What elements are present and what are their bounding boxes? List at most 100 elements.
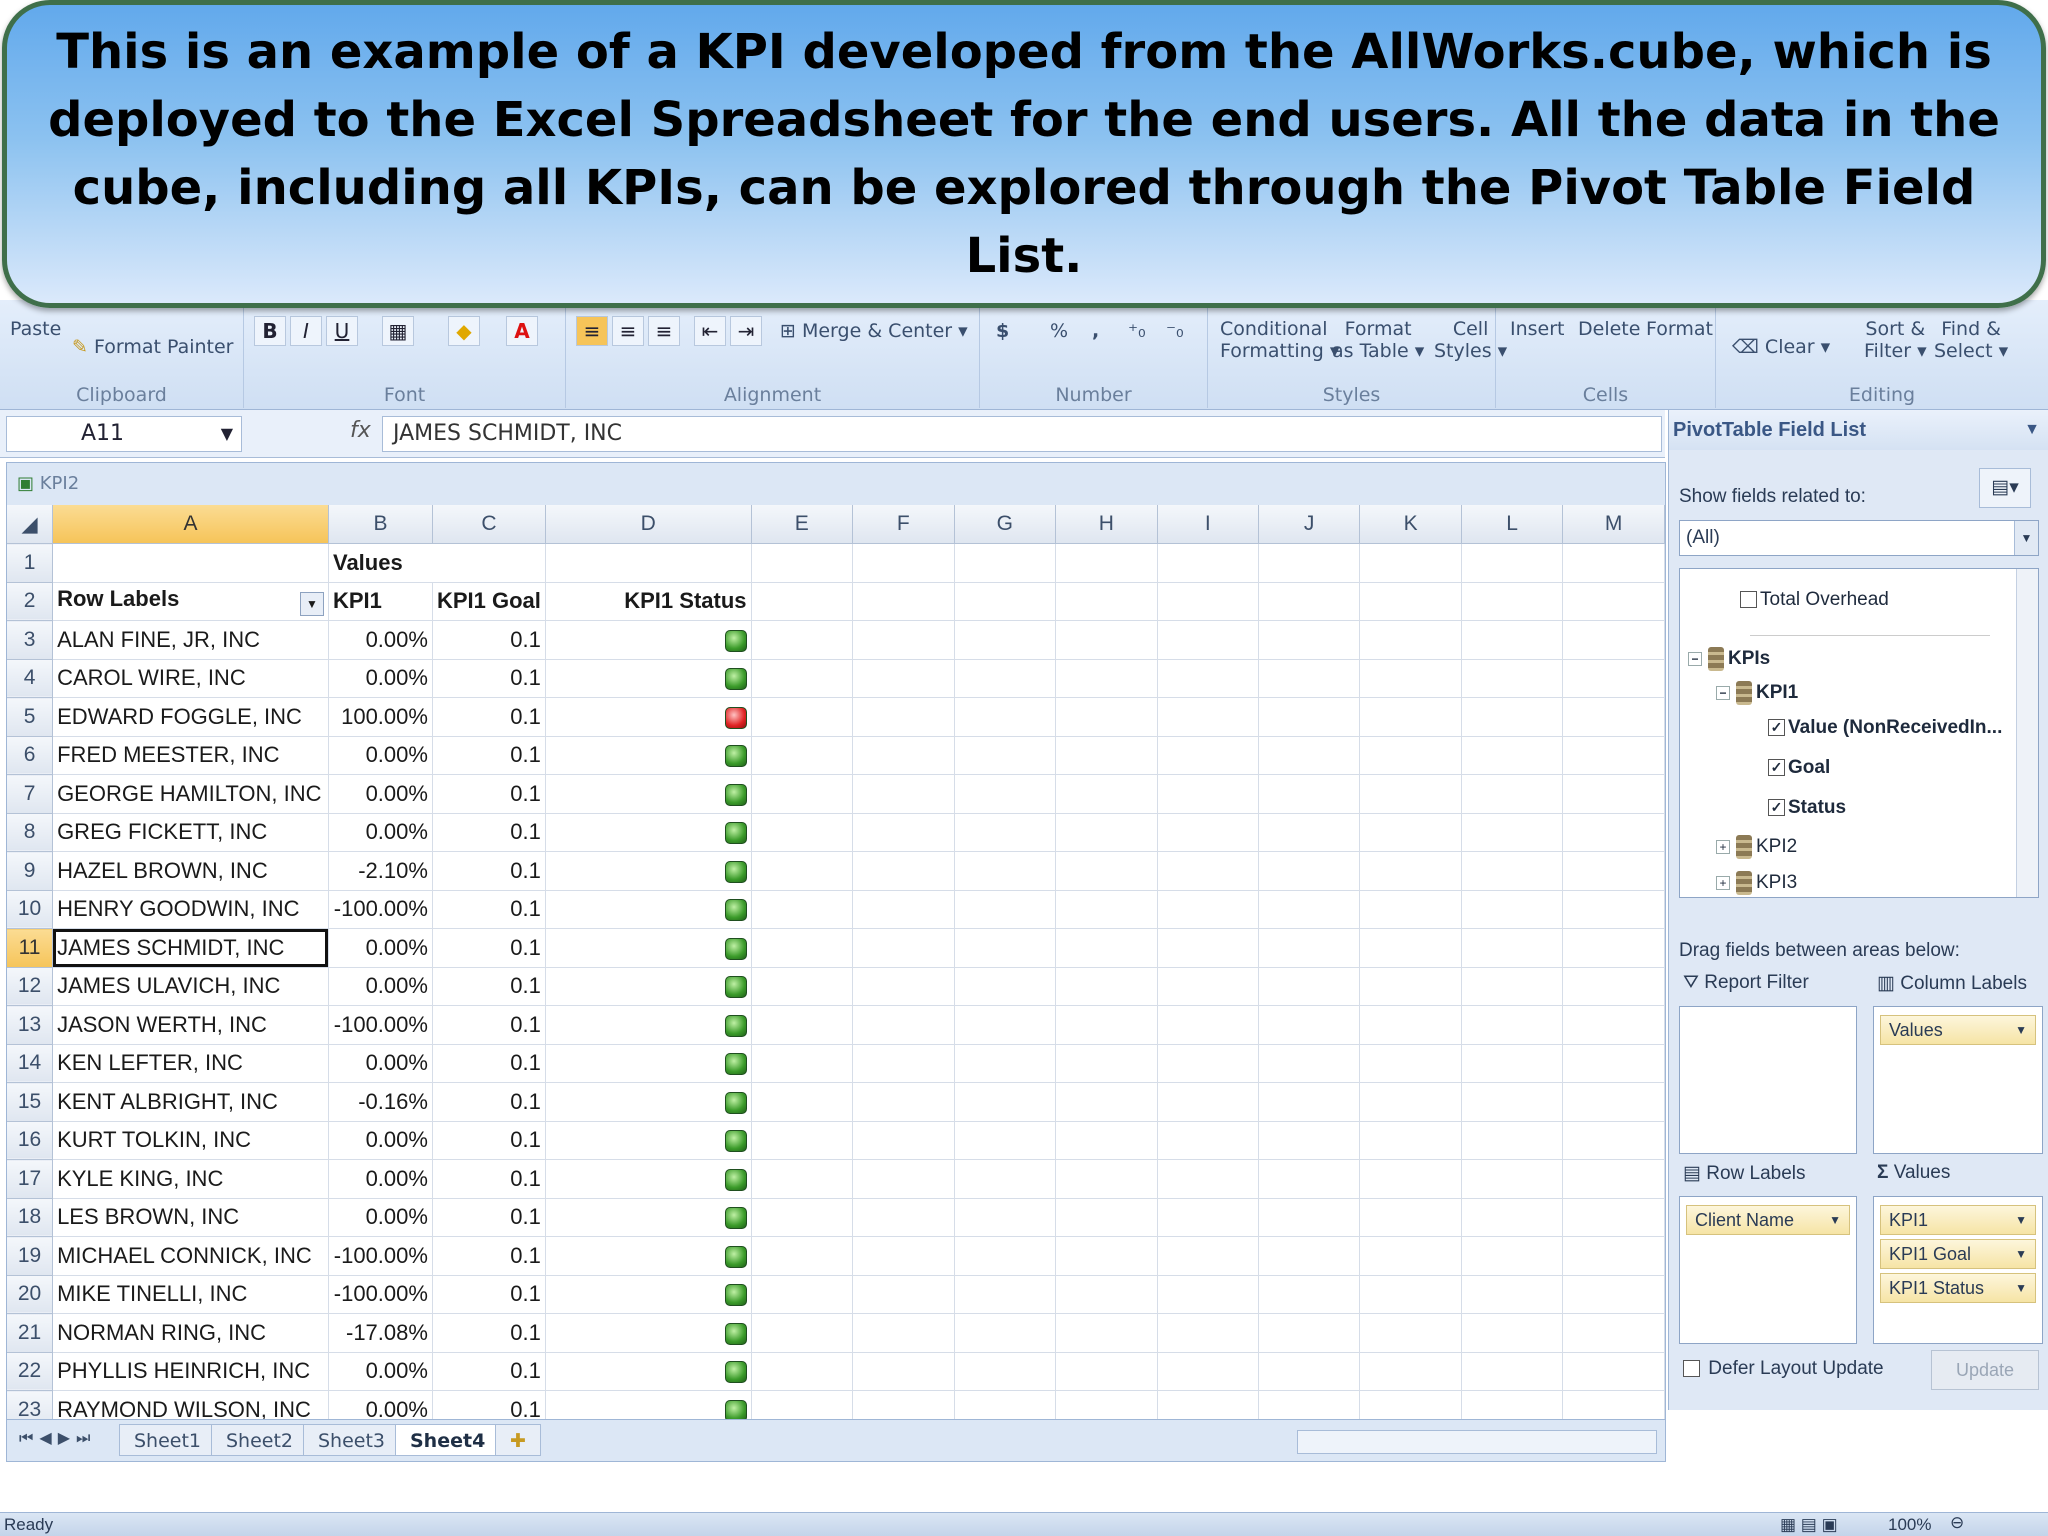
cell[interactable] bbox=[852, 543, 955, 583]
cell[interactable] bbox=[852, 1198, 955, 1237]
field-kpi1-value[interactable]: ✓ Value (NonReceivedIn... bbox=[1768, 717, 2002, 739]
column-header-f[interactable]: F bbox=[852, 505, 955, 544]
cell[interactable] bbox=[1055, 1390, 1158, 1419]
client-name-cell[interactable]: MIKE TINELLI, INC bbox=[52, 1275, 329, 1314]
cell[interactable] bbox=[52, 543, 329, 583]
cell[interactable] bbox=[1157, 890, 1259, 929]
kpi-value-cell[interactable]: 0.00% bbox=[328, 1159, 433, 1199]
client-name-cell[interactable]: JASON WERTH, INC bbox=[52, 1005, 329, 1045]
cell[interactable] bbox=[1461, 736, 1564, 775]
cell[interactable] bbox=[1055, 851, 1158, 891]
cell[interactable] bbox=[1461, 813, 1564, 852]
cell[interactable] bbox=[1562, 1236, 1665, 1276]
client-name-cell[interactable]: HENRY GOODWIN, INC bbox=[52, 890, 329, 929]
cell[interactable] bbox=[1258, 736, 1361, 775]
row-header[interactable]: 15 bbox=[7, 1082, 54, 1122]
kpi-status-cell[interactable] bbox=[545, 1198, 752, 1237]
cell[interactable] bbox=[1157, 774, 1259, 814]
row-header[interactable]: 6 bbox=[7, 736, 54, 775]
cell[interactable] bbox=[954, 1005, 1057, 1045]
kpi-goal-cell[interactable]: 0.1 bbox=[432, 1236, 546, 1276]
cell[interactable] bbox=[1562, 736, 1665, 775]
kpi-goal-cell[interactable]: 0.1 bbox=[432, 1005, 546, 1045]
pivot-area-item[interactable]: KPI1 Goal ▼ bbox=[1880, 1239, 2036, 1269]
cell[interactable] bbox=[954, 1236, 1057, 1276]
cell[interactable] bbox=[954, 1352, 1057, 1391]
kpi-value-cell[interactable]: 0.00% bbox=[328, 659, 433, 698]
cell[interactable] bbox=[954, 1082, 1057, 1122]
kpi-value-cell[interactable]: 0.00% bbox=[328, 1352, 433, 1391]
cell[interactable] bbox=[954, 736, 1057, 775]
kpi-goal-cell[interactable]: 0.1 bbox=[432, 851, 546, 891]
cell[interactable] bbox=[1055, 1044, 1158, 1083]
format-cells-button[interactable]: Format bbox=[1646, 318, 1713, 340]
cell[interactable] bbox=[1562, 851, 1665, 891]
update-button[interactable]: Update bbox=[1931, 1350, 2039, 1390]
report-filter-drop-zone[interactable] bbox=[1679, 1006, 1857, 1154]
client-name-cell[interactable]: LES BROWN, INC bbox=[52, 1198, 329, 1237]
chevron-down-icon[interactable]: ▼ bbox=[2015, 1240, 2027, 1268]
cell[interactable] bbox=[954, 774, 1057, 814]
cell[interactable] bbox=[852, 1082, 955, 1122]
cell[interactable] bbox=[1157, 1121, 1259, 1160]
cell[interactable] bbox=[1562, 582, 1665, 621]
cell[interactable] bbox=[1461, 928, 1564, 968]
row-header[interactable]: 18 bbox=[7, 1198, 54, 1237]
cell[interactable] bbox=[1461, 1313, 1564, 1353]
cell[interactable] bbox=[1562, 1044, 1665, 1083]
cell[interactable] bbox=[1157, 582, 1259, 621]
italic-button[interactable]: I bbox=[290, 316, 322, 346]
tree-node-kpis[interactable]: − KPIs bbox=[1688, 647, 1770, 671]
kpi-value-cell[interactable]: -17.08% bbox=[328, 1313, 433, 1353]
tab-sheet1[interactable]: Sheet1 bbox=[119, 1424, 217, 1456]
borders-icon[interactable]: ▦ bbox=[382, 316, 414, 346]
cell[interactable] bbox=[751, 813, 854, 852]
delete-button[interactable]: Delete bbox=[1578, 318, 1640, 340]
cell[interactable] bbox=[1461, 1121, 1564, 1160]
cell[interactable] bbox=[852, 1044, 955, 1083]
cell[interactable] bbox=[1258, 813, 1361, 852]
row-header[interactable]: 2 bbox=[7, 582, 54, 621]
row-header[interactable]: 10 bbox=[7, 890, 54, 929]
cell[interactable] bbox=[852, 1005, 955, 1045]
insert-button[interactable]: Insert bbox=[1510, 318, 1565, 340]
cell[interactable] bbox=[954, 813, 1057, 852]
checkbox-icon[interactable] bbox=[1683, 1360, 1700, 1378]
cell[interactable] bbox=[1359, 1005, 1462, 1045]
tree-node-kpi1[interactable]: − KPI1 bbox=[1716, 681, 1798, 705]
cell[interactable] bbox=[852, 851, 955, 891]
cell[interactable] bbox=[1157, 1198, 1259, 1237]
cell[interactable] bbox=[1359, 659, 1462, 698]
cell[interactable] bbox=[1258, 582, 1361, 621]
cell[interactable] bbox=[1157, 813, 1259, 852]
pivot-area-item[interactable]: KPI1 ▼ bbox=[1880, 1205, 2036, 1235]
align-center-icon[interactable]: ≡ bbox=[612, 316, 644, 346]
checked-checkbox-icon[interactable]: ✓ bbox=[1768, 799, 1785, 817]
kpi-status-cell[interactable] bbox=[545, 890, 752, 929]
kpi-status-cell[interactable] bbox=[545, 1352, 752, 1391]
cell[interactable] bbox=[1359, 890, 1462, 929]
cell[interactable] bbox=[1055, 1313, 1158, 1353]
cell[interactable] bbox=[852, 620, 955, 660]
cell[interactable] bbox=[954, 1313, 1057, 1353]
cell[interactable] bbox=[1359, 1082, 1462, 1122]
kpi-value-cell[interactable]: -100.00% bbox=[328, 1236, 433, 1276]
cell[interactable] bbox=[1562, 890, 1665, 929]
cell[interactable] bbox=[1258, 1352, 1361, 1391]
cell[interactable] bbox=[1359, 1198, 1462, 1237]
bold-button[interactable]: B bbox=[254, 316, 286, 346]
cell[interactable] bbox=[1055, 967, 1158, 1006]
row-header[interactable]: 7 bbox=[7, 774, 54, 814]
cell[interactable] bbox=[1562, 1005, 1665, 1045]
cell[interactable] bbox=[1157, 1236, 1259, 1276]
kpi-header-cell[interactable]: KPI1 bbox=[328, 582, 433, 621]
cell[interactable] bbox=[954, 851, 1057, 891]
cell[interactable] bbox=[1055, 582, 1158, 621]
cell[interactable] bbox=[1055, 1121, 1158, 1160]
kpi-value-cell[interactable]: 0.00% bbox=[328, 1198, 433, 1237]
cell[interactable] bbox=[1258, 697, 1361, 737]
pivot-area-item[interactable]: KPI1 Status ▼ bbox=[1880, 1273, 2036, 1303]
status-header-cell[interactable]: KPI1 Status bbox=[545, 582, 752, 621]
paste-button[interactable]: Paste bbox=[10, 318, 61, 340]
align-left-icon[interactable]: ≡ bbox=[576, 316, 608, 346]
